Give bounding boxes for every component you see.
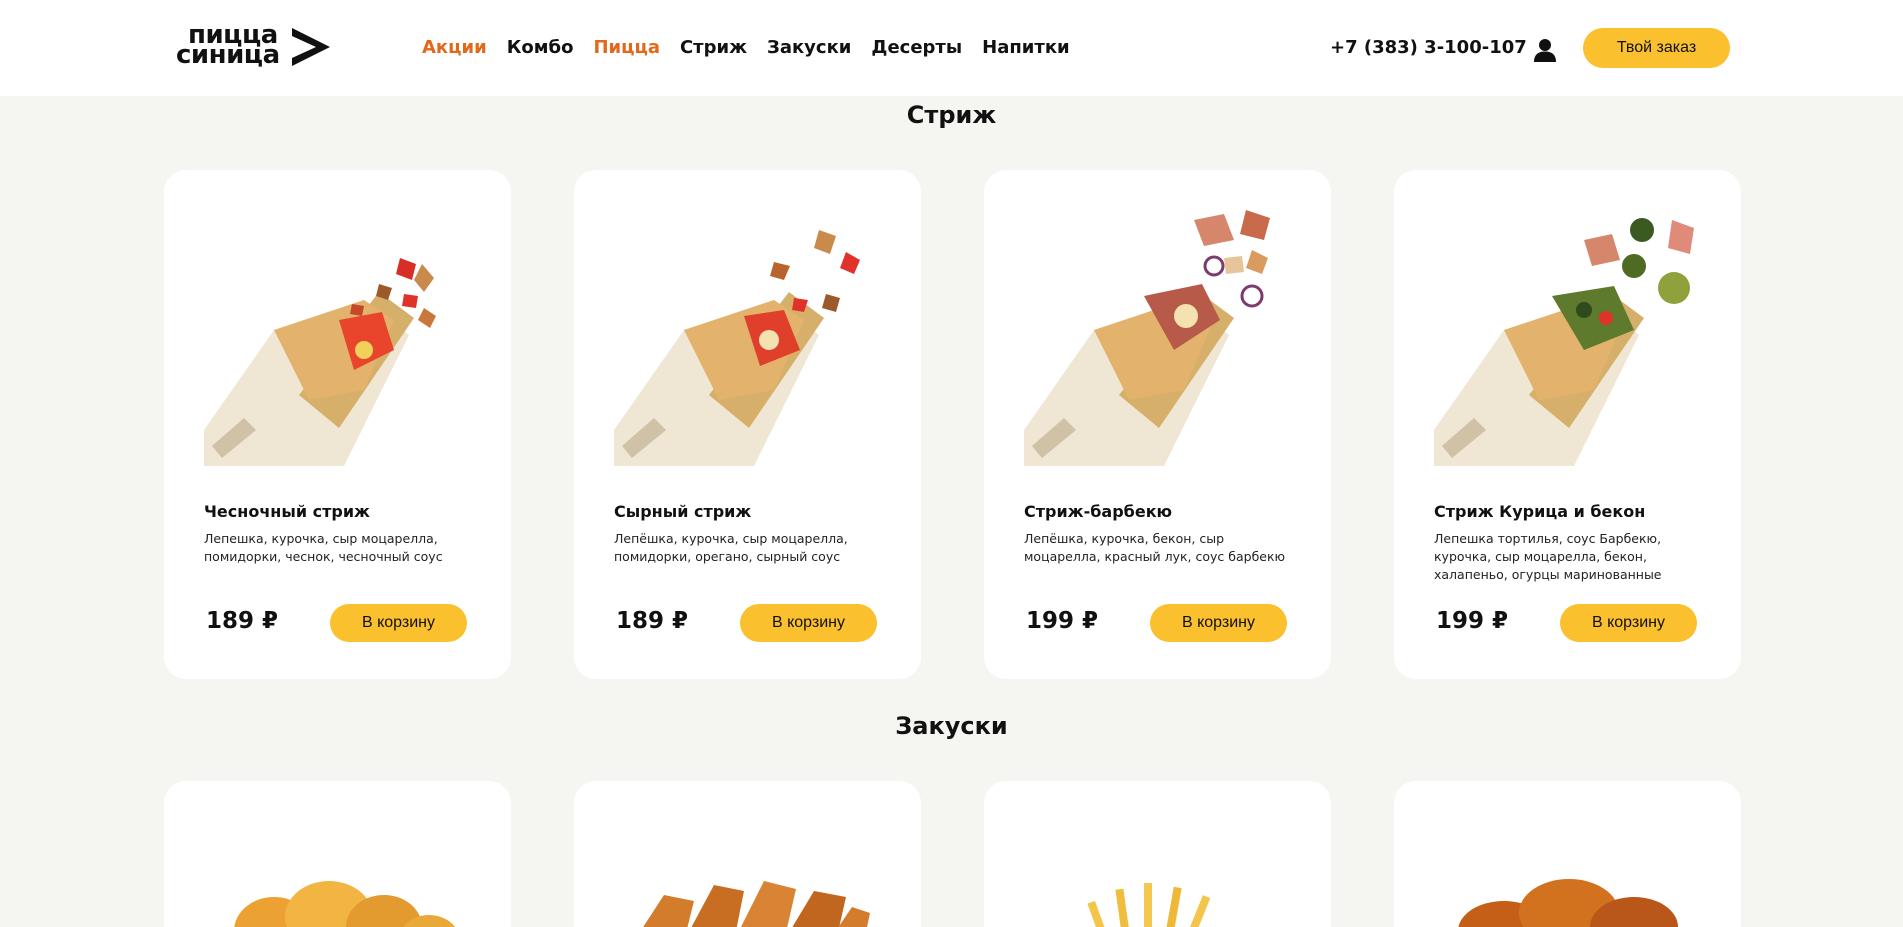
product-image (204, 258, 436, 466)
logo-line-2: синица (176, 40, 280, 70)
logo[interactable]: пицца синица (174, 22, 334, 70)
your-order-button[interactable]: Твой заказ (1583, 28, 1730, 68)
phone-number[interactable]: +7 (383) 3-100-107 (1330, 36, 1527, 60)
nav-item-strizh[interactable]: Стриж (680, 36, 747, 60)
product-name[interactable]: Стриж-барбекю (1024, 502, 1172, 522)
add-to-cart-button[interactable]: В корзину (1560, 604, 1697, 642)
nav-item-drinks[interactable]: Напитки (982, 36, 1070, 60)
product-name[interactable]: Сырный стриж (614, 502, 751, 522)
product-image (614, 230, 860, 466)
product-image (1434, 218, 1694, 466)
product-card (574, 781, 921, 927)
product-image (1087, 883, 1211, 927)
product-card: Стриж-барбекю Лепёшка, курочка, бекон, с… (984, 170, 1331, 679)
product-card (1394, 781, 1741, 927)
product-description: Лепёшка, курочка, бекон, сыр моцарелла, … (1024, 531, 1286, 564)
product-description: Лепешка, курочка, сыр моцарелла, помидор… (204, 531, 443, 564)
nav-item-snacks[interactable]: Закуски (767, 36, 851, 60)
section-title-snacks: Закуски (895, 712, 1008, 740)
product-name[interactable]: Стриж Курица и бекон (1434, 502, 1645, 522)
nav-item-combo[interactable]: Комбо (507, 36, 574, 60)
product-name[interactable]: Чесночный стриж (204, 502, 370, 522)
product-description: Лепёшка, курочка, сыр моцарелла, помидор… (614, 531, 848, 564)
product-description: Лепешка тортилья, соус Барбекю, курочка,… (1434, 531, 1662, 582)
main-nav: Акции Комбо Пицца Стриж Закуски Десерты … (422, 36, 1070, 60)
site-header: пицца синица Акции Комбо Пицца Стриж Зак… (0, 0, 1903, 96)
add-to-cart-button[interactable]: В корзину (740, 604, 877, 642)
product-image (643, 881, 870, 927)
add-to-cart-button[interactable]: В корзину (330, 604, 467, 642)
nav-item-desserts[interactable]: Десерты (871, 36, 962, 60)
section-title-strizh: Стриж (906, 101, 997, 129)
product-image (234, 881, 455, 927)
product-image (1458, 879, 1678, 927)
add-to-cart-button[interactable]: В корзину (1150, 604, 1287, 642)
product-price: 189 ₽ (616, 608, 689, 634)
nav-item-pizza[interactable]: Пицца (593, 36, 660, 60)
user-icon[interactable] (1531, 36, 1559, 64)
product-card: Стриж Курица и бекон Лепешка тортилья, с… (1394, 170, 1741, 679)
product-price: 199 ₽ (1026, 608, 1099, 634)
product-card (164, 781, 511, 927)
product-price: 199 ₽ (1436, 608, 1509, 634)
product-card: Сырный стриж Лепёшка, курочка, сыр моцар… (574, 170, 921, 679)
product-image (1024, 210, 1270, 466)
product-card: Чесночный стриж Лепешка, курочка, сыр мо… (164, 170, 511, 679)
logo-arrow-icon (292, 28, 330, 66)
product-price: 189 ₽ (206, 608, 279, 634)
nav-item-promos[interactable]: Акции (422, 36, 487, 60)
product-card (984, 781, 1331, 927)
